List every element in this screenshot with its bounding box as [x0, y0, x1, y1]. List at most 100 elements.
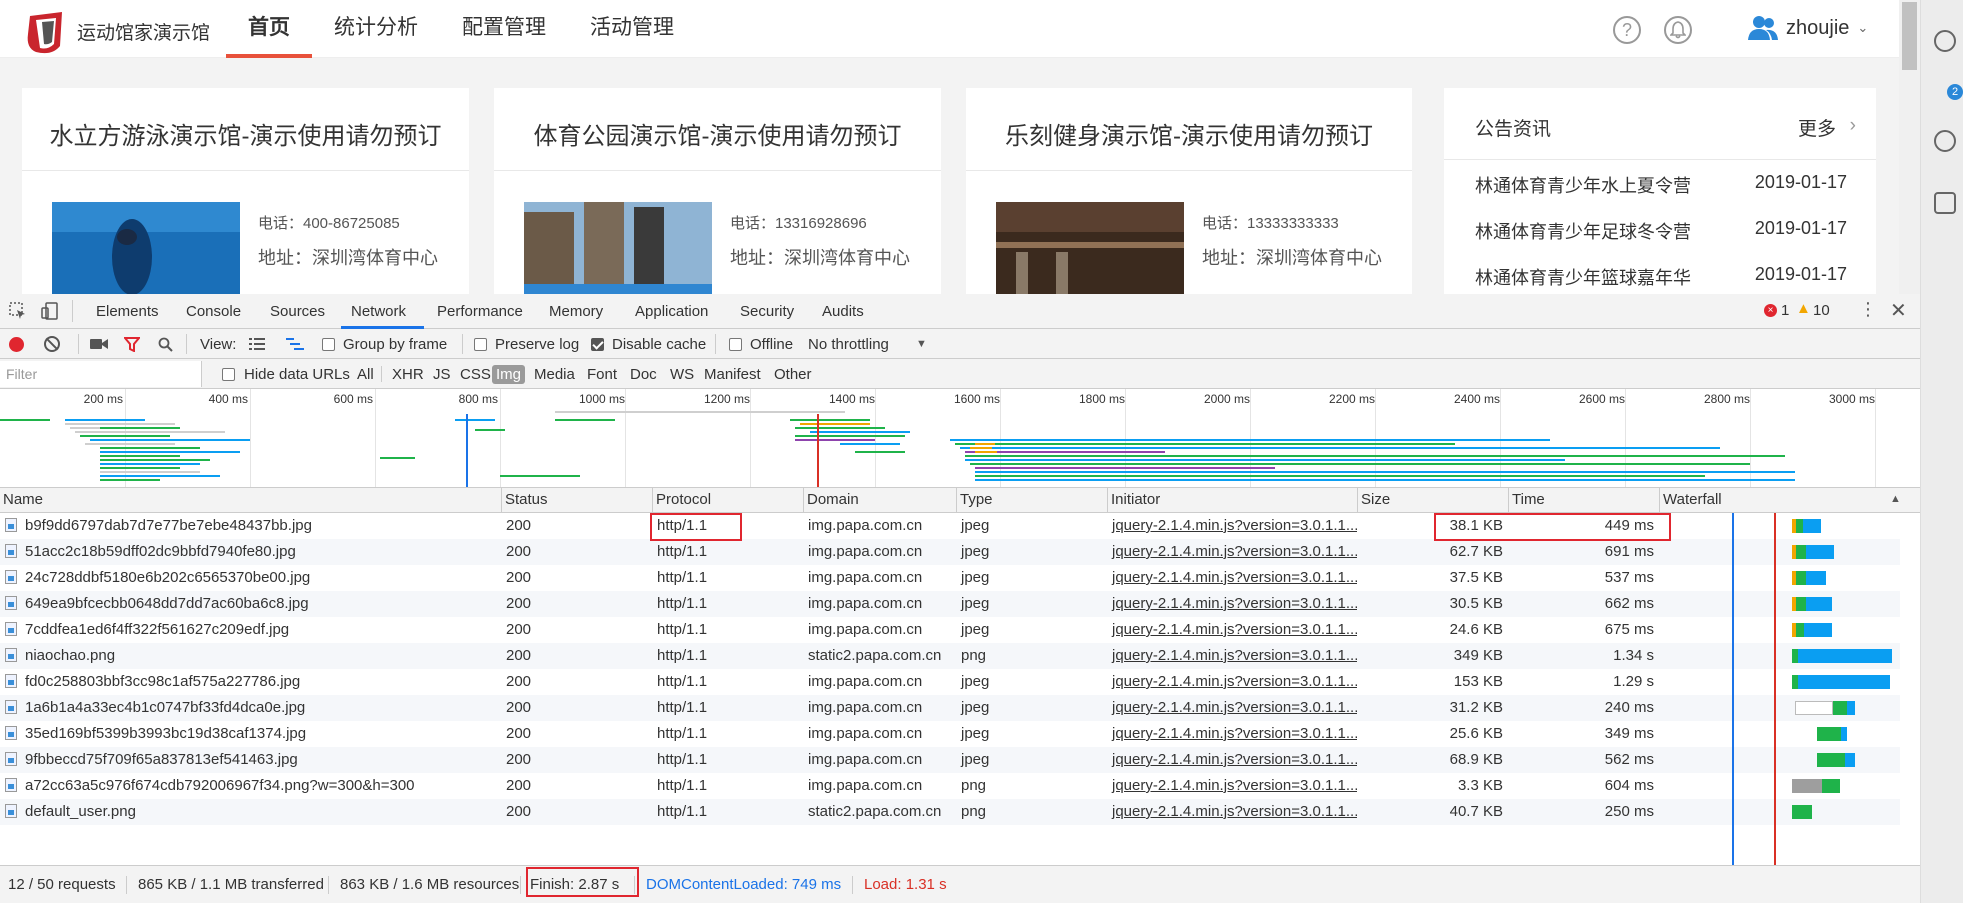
- col-name-cell[interactable]: a72cc63a5c976f674cdb792006967f34.png?w=3…: [0, 773, 501, 799]
- waterfall-bar-segment[interactable]: [1796, 519, 1803, 533]
- chevron-right-icon[interactable]: ›: [1850, 115, 1856, 137]
- type-filter-doc[interactable]: Doc: [626, 365, 661, 384]
- col-status-header[interactable]: Status: [501, 488, 652, 513]
- bell-icon[interactable]: [1664, 16, 1692, 44]
- type-filter-all[interactable]: All: [353, 365, 378, 384]
- table-row[interactable]: 1a6b1a4a33ec4b1c0747bf33fd4dca0e.jpg 200 h…: [0, 695, 1900, 721]
- device-toolbar-icon[interactable]: [41, 302, 59, 320]
- request-name[interactable]: 9fbbeccd75f709f65a837813ef541463.jpg: [25, 751, 298, 768]
- col-initiator-cell[interactable]: jquery-2.1.4.min.js?version=3.0.1.1...: [1107, 799, 1357, 825]
- type-filter-img[interactable]: Img: [492, 365, 526, 384]
- waterfall-bar-segment[interactable]: [1833, 701, 1847, 715]
- col-initiator-cell[interactable]: jquery-2.1.4.min.js?version=3.0.1.1...: [1107, 539, 1357, 565]
- tab-console[interactable]: Console: [186, 303, 241, 320]
- tab-application[interactable]: Application: [635, 303, 708, 320]
- branch-icon[interactable]: [1934, 30, 1956, 52]
- type-filter-js[interactable]: JS: [429, 365, 455, 384]
- waterfall-bar-segment[interactable]: [1817, 727, 1841, 741]
- disable-cache-label[interactable]: Disable cache: [612, 336, 706, 353]
- waterfall-bar-segment[interactable]: [1796, 623, 1804, 637]
- nav-home[interactable]: 首页: [226, 0, 312, 58]
- tab-memory[interactable]: Memory: [549, 303, 603, 320]
- waterfall-bar-segment[interactable]: [1804, 623, 1832, 637]
- screenshot-camera-icon[interactable]: [90, 337, 108, 351]
- user-menu[interactable]: zhoujie ⌄: [1748, 14, 1868, 42]
- filter-icon[interactable]: [124, 337, 140, 352]
- hide-data-urls-label[interactable]: Hide data URLs: [244, 366, 350, 383]
- preserve-log-label[interactable]: Preserve log: [495, 336, 579, 353]
- notice-item[interactable]: 林通体育青少年篮球嘉年华 2019-01-17: [1475, 264, 1847, 290]
- error-icon[interactable]: ×: [1764, 304, 1777, 317]
- notice-item[interactable]: 林通体育青少年足球冬令营 2019-01-17: [1475, 218, 1847, 244]
- col-initiator-cell[interactable]: jquery-2.1.4.min.js?version=3.0.1.1...: [1107, 773, 1357, 799]
- preserve-log-checkbox[interactable]: [474, 338, 487, 351]
- page-scrollbar[interactable]: [1899, 0, 1920, 294]
- table-row[interactable]: 24c728ddbf5180e6b202c6565370be00.jpg 200 h…: [0, 565, 1900, 591]
- col-waterfall-header[interactable]: Waterfall: [1659, 488, 1900, 513]
- col-initiator-cell[interactable]: jquery-2.1.4.min.js?version=3.0.1.1...: [1107, 643, 1357, 669]
- nav-statistics[interactable]: 统计分析: [312, 0, 440, 58]
- col-initiator-header[interactable]: Initiator: [1107, 488, 1357, 513]
- col-initiator-cell[interactable]: jquery-2.1.4.min.js?version=3.0.1.1...: [1107, 669, 1357, 695]
- waterfall-bar-segment[interactable]: [1847, 701, 1855, 715]
- request-name[interactable]: 649ea9bfcecbb0648dd7dd7ac60ba6c8.jpg: [25, 595, 309, 612]
- table-row[interactable]: 51acc2c18b59dff02dc9bbfd7940fe80.jpg 200 h…: [0, 539, 1900, 565]
- close-devtools-icon[interactable]: ✕: [1890, 298, 1907, 323]
- table-row[interactable]: a72cc63a5c976f674cdb792006967f34.png?w=3…: [0, 773, 1900, 799]
- col-size-header[interactable]: Size: [1357, 488, 1508, 513]
- notice-item-text[interactable]: 林通体育青少年足球冬令营: [1475, 218, 1691, 244]
- tab-sources[interactable]: Sources: [270, 303, 325, 320]
- waterfall-bar-segment[interactable]: [1822, 779, 1840, 793]
- table-row[interactable]: niaochao.png 200 http/1.1 static2.papa.com.…: [0, 643, 1900, 669]
- type-filter-xhr[interactable]: XHR: [388, 365, 428, 384]
- copy-icon[interactable]: [1934, 192, 1956, 214]
- large-rows-icon[interactable]: [249, 338, 265, 350]
- tab-security[interactable]: Security: [740, 303, 794, 320]
- table-row[interactable]: 7cddfea1ed6f4ff322f561627c209edf.jpg 200 h…: [0, 617, 1900, 643]
- type-filter-ws[interactable]: WS: [666, 365, 698, 384]
- network-overview-timeline[interactable]: 200 ms 400 ms 600 ms 800 ms 1000 ms 1200 ms 14…: [0, 389, 1920, 488]
- brand-logo[interactable]: [22, 10, 68, 56]
- col-name-cell[interactable]: b9f9dd6797dab7d7e77be7ebe48437bb.jpg: [0, 513, 501, 539]
- request-name[interactable]: 7cddfea1ed6f4ff322f561627c209edf.jpg: [25, 621, 289, 638]
- col-name-cell[interactable]: default_user.png: [0, 799, 501, 825]
- venue-title[interactable]: 乐刻健身演示馆-演示使用请勿预订: [966, 116, 1412, 151]
- request-name[interactable]: a72cc63a5c976f674cdb792006967f34.png?w=3…: [25, 777, 415, 794]
- col-type-header[interactable]: Type: [956, 488, 1107, 513]
- table-row[interactable]: 35ed169bf5399b3993bc19d38caf1374.jpg 200 h…: [0, 721, 1900, 747]
- waterfall-bar-segment[interactable]: [1841, 727, 1847, 741]
- warning-icon[interactable]: ▲: [1796, 300, 1811, 317]
- col-time-header[interactable]: Time: [1508, 488, 1659, 513]
- table-row[interactable]: default_user.png 200 http/1.1 static2.papa.…: [0, 799, 1900, 825]
- waterfall-bar-segment[interactable]: [1792, 805, 1812, 819]
- venue-card[interactable]: 体育公园演示馆-演示使用请勿预订 电话：13316928696 地址：深圳湾体育…: [494, 88, 941, 294]
- table-row[interactable]: 9fbbeccd75f709f65a837813ef541463.jpg 200 h…: [0, 747, 1900, 773]
- table-row[interactable]: 649ea9bfcecbb0648dd7dd7ac60ba6c8.jpg 200 h…: [0, 591, 1900, 617]
- waterfall-bar-segment[interactable]: [1792, 779, 1822, 793]
- notice-item-text[interactable]: 林通体育青少年水上夏令营: [1475, 172, 1691, 198]
- filter-input[interactable]: [0, 361, 202, 387]
- offline-checkbox[interactable]: [729, 338, 742, 351]
- col-protocol-header[interactable]: Protocol: [652, 488, 803, 513]
- waterfall-bar-segment[interactable]: [1806, 571, 1826, 585]
- col-name-cell[interactable]: 649ea9bfcecbb0648dd7dd7ac60ba6c8.jpg: [0, 591, 501, 617]
- venue-title[interactable]: 体育公园演示馆-演示使用请勿预订: [494, 116, 941, 151]
- tab-audits[interactable]: Audits: [822, 303, 864, 320]
- venue-photo[interactable]: [996, 202, 1184, 294]
- search-icon[interactable]: [158, 337, 173, 352]
- help-icon[interactable]: ?: [1613, 16, 1641, 44]
- venue-photo[interactable]: [52, 202, 240, 294]
- col-name-cell[interactable]: 24c728ddbf5180e6b202c6565370be00.jpg: [0, 565, 501, 591]
- request-name[interactable]: default_user.png: [25, 803, 136, 820]
- waterfall-bar-segment[interactable]: [1806, 597, 1832, 611]
- notice-more-link[interactable]: 更多: [1798, 114, 1836, 141]
- col-name-header[interactable]: Name: [0, 488, 501, 513]
- request-name[interactable]: 1a6b1a4a33ec4b1c0747bf33fd4dca0e.jpg: [25, 699, 305, 716]
- record-button[interactable]: [9, 337, 24, 352]
- table-row[interactable]: fd0c258803bbf3cc98c1af575a227786.jpg 200 h…: [0, 669, 1900, 695]
- request-name[interactable]: fd0c258803bbf3cc98c1af575a227786.jpg: [25, 673, 300, 690]
- col-domain-header[interactable]: Domain: [803, 488, 956, 513]
- type-filter-font[interactable]: Font: [583, 365, 621, 384]
- type-filter-other[interactable]: Other: [770, 365, 816, 384]
- nav-activities[interactable]: 活动管理: [568, 0, 696, 58]
